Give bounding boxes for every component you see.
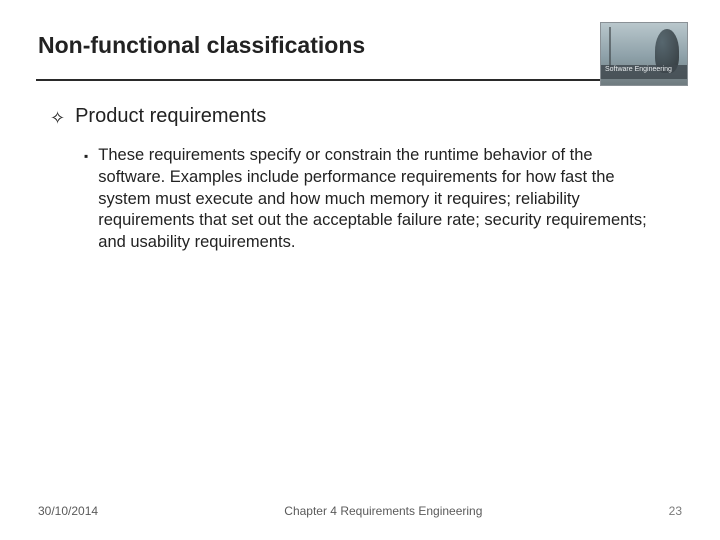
- slide-title: Non-functional classifications: [38, 32, 682, 59]
- section-heading: Product requirements: [75, 105, 266, 131]
- slide-content: ✧ Product requirements ▪ These requireme…: [0, 81, 720, 254]
- section-heading-row: ✧ Product requirements: [50, 105, 670, 131]
- book-cover-image: Software Engineering: [600, 22, 688, 86]
- body-row: ▪ These requirements specify or constrai…: [50, 145, 670, 254]
- square-bullet-icon: ▪: [84, 145, 88, 254]
- logo-text: Software Engineering: [601, 65, 687, 79]
- slide-footer: 30/10/2014 Chapter 4 Requirements Engine…: [0, 504, 720, 518]
- footer-page-number: 23: [669, 504, 682, 518]
- footer-chapter: Chapter 4 Requirements Engineering: [98, 504, 669, 518]
- body-text: These requirements specify or constrain …: [98, 145, 660, 254]
- diamond-bullet-icon: ✧: [50, 105, 65, 131]
- footer-date: 30/10/2014: [38, 504, 98, 518]
